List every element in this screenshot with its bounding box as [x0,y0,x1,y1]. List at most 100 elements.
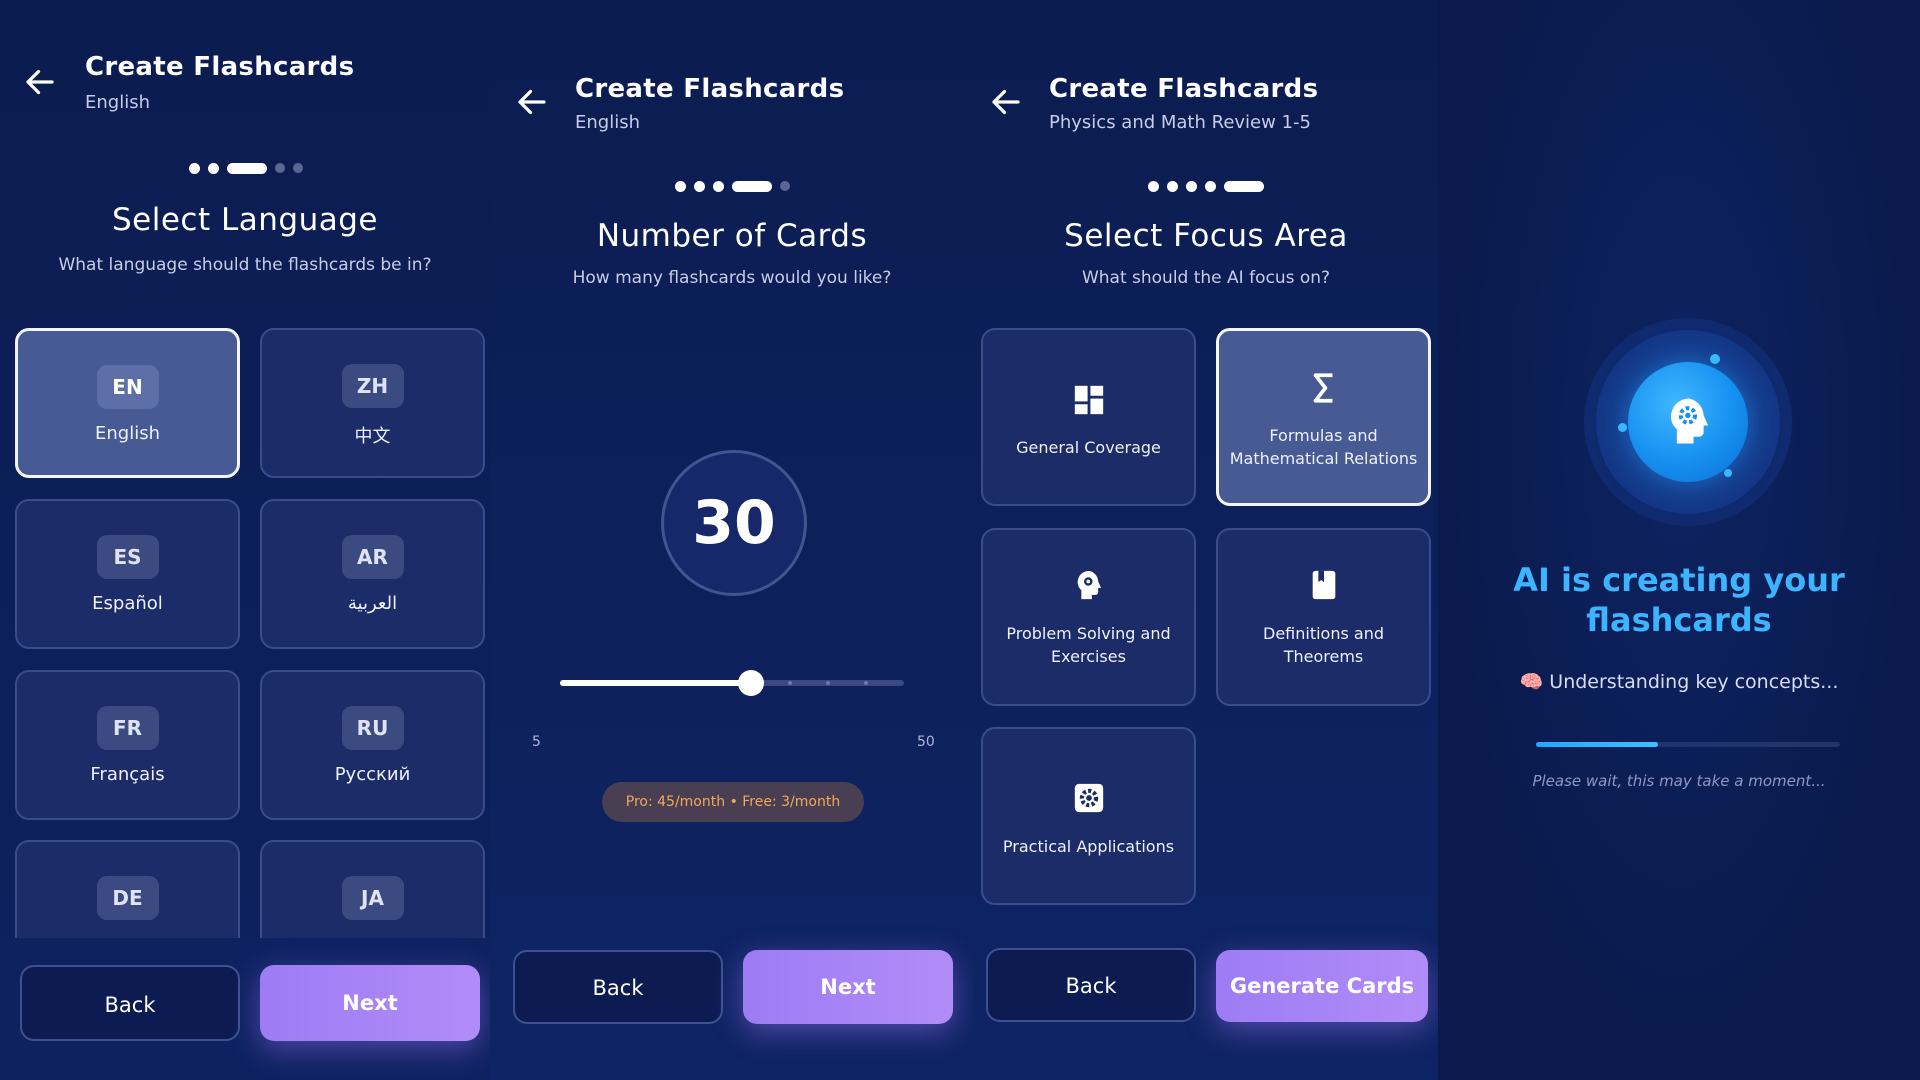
focus-label: Practical Applications [1002,837,1175,856]
focus-label: Mathematical Relations [1229,449,1418,468]
language-option-arabic[interactable]: AR العربية [260,499,485,649]
focus-option-practical-applications[interactable]: Practical Applications [981,727,1196,905]
back-button[interactable]: Back [986,948,1196,1022]
language-code-badge: EN [96,365,159,409]
focus-option-formulas[interactable]: Formulas and Mathematical Relations [1216,328,1431,506]
focus-area-step-panel: Create Flashcards Physics and Math Revie… [974,0,1438,1080]
generating-title-line: AI is creating your [1513,561,1845,599]
language-name: Español [92,593,163,614]
next-button[interactable]: Next [743,950,953,1024]
step-subtitle: How many flashcards would you like? [572,268,892,288]
generate-cards-button[interactable]: Generate Cards [1216,950,1428,1022]
step-dot-current [1224,180,1264,192]
step-subtitle: What should the AI focus on? [1081,268,1331,288]
progress-fill [1536,742,1658,747]
focus-label: Formulas and [1269,426,1378,445]
wait-note: Please wait, this may take a moment... [1532,772,1826,790]
language-code-badge: RU [341,706,404,750]
language-step-panel: Create Flashcards English Select Languag… [0,0,490,1080]
back-arrow-icon[interactable] [514,84,550,120]
language-code-badge: ZH [341,364,404,408]
step-progress-dots [189,162,303,174]
card-count-step-panel: Create Flashcards English Number of Card… [490,0,974,1080]
step-dot [1186,180,1197,192]
orbit-dot [1710,354,1720,364]
language-name: Русский [334,764,411,785]
generation-progress-bar [1536,742,1840,747]
language-option-chinese[interactable]: ZH 中文 [260,328,485,478]
language-code-badge: ES [96,535,159,579]
book-icon [1312,570,1335,600]
focus-option-problem-solving[interactable]: Problem Solving and Exercises [981,528,1196,706]
focus-label: Problem Solving and [1006,624,1171,643]
generating-title: AI is creating your flashcards [1438,560,1920,640]
language-code-badge: AR [341,535,404,579]
step-dot [780,181,790,191]
step-title: Number of Cards [596,218,868,254]
page-subtitle: Physics and Math Review 1-5 [1049,112,1311,133]
focus-option-general-coverage[interactable]: General Coverage [981,328,1196,506]
focus-option-definitions[interactable]: Definitions and Theorems [1216,528,1431,706]
step-dot-current [732,180,772,192]
slider-tick [788,681,792,685]
step-dot [675,180,686,192]
grid-icon [1074,385,1103,415]
language-option-french[interactable]: FR Français [15,670,240,820]
step-progress-dots [675,180,790,192]
language-option-spanish[interactable]: ES Español [15,499,240,649]
language-name: English [95,423,160,444]
back-arrow-icon[interactable] [22,64,58,100]
card-count-slider[interactable] [560,670,904,696]
generating-panel: AI is creating your flashcards 🧠 Underst… [1438,0,1920,1080]
page-title: Create Flashcards [575,74,845,104]
generating-title-line: flashcards [1586,601,1772,639]
orbit-dot [1724,469,1732,477]
page-title: Create Flashcards [85,52,355,82]
language-code-badge: FR [96,706,159,750]
gear-icon [1074,783,1103,813]
ai-brain-gear-icon [1671,398,1709,444]
step-subtitle: What language should the flashcards be i… [58,255,432,275]
slider-fill [560,680,751,686]
slider-tick [826,681,830,685]
sigma-icon [1313,373,1332,403]
step-progress-dots [1148,180,1264,192]
usage-limits-badge: Pro: 45/month • Free: 3/month [602,782,864,822]
language-name: العربية [347,593,398,614]
language-code-badge: JA [341,876,404,920]
language-name: 中文 [354,426,391,447]
generating-status: 🧠 Understanding key concepts... [1519,671,1839,693]
step-dot [1148,180,1159,192]
step-dot [208,162,219,174]
page-subtitle: English [575,112,640,133]
language-option-russian[interactable]: RU Русский [260,670,485,820]
step-dot [189,162,200,174]
card-count-display: 30 [661,450,807,596]
focus-label: Definitions and [1263,624,1384,643]
orbit-dot [1618,423,1627,432]
ai-orb [1628,362,1748,482]
step-dot [694,180,705,192]
step-dot [713,180,724,192]
step-dot [293,163,303,173]
focus-label: Theorems [1283,647,1364,666]
focus-label: Exercises [1051,647,1126,666]
head-gear-icon [1077,570,1101,600]
step-title: Select Focus Area [1064,218,1348,254]
step-dot [1205,180,1216,192]
focus-label: General Coverage [1016,438,1161,457]
back-button[interactable]: Back [513,950,723,1024]
slider-min-label: 5 [532,734,541,750]
slider-thumb[interactable] [738,670,764,696]
step-dot [1167,180,1178,192]
language-code-badge: DE [96,876,159,920]
slider-tick [864,681,868,685]
language-option-english[interactable]: EN English [15,328,240,478]
slider-max-label: 50 [917,734,935,750]
next-button[interactable]: Next [260,965,480,1041]
page-title: Create Flashcards [1049,74,1319,104]
step-dot [275,163,285,173]
back-button[interactable]: Back [20,965,240,1041]
page-subtitle: English [85,92,150,113]
back-arrow-icon[interactable] [988,84,1024,120]
